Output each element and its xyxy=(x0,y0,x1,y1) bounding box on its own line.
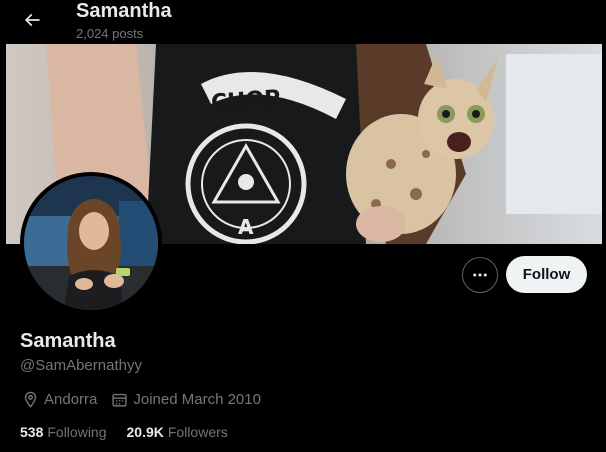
post-count: 2,024 posts xyxy=(76,26,144,41)
more-icon xyxy=(473,273,487,277)
profile-meta: Andorra Joined March 2010 xyxy=(22,391,275,408)
followers-count: 20.9K xyxy=(126,424,164,440)
avatar[interactable] xyxy=(20,172,162,314)
location-text: Andorra xyxy=(44,391,98,408)
location: Andorra xyxy=(22,391,97,408)
followers-label: Followers xyxy=(167,424,228,440)
following-count: 538 xyxy=(20,424,44,440)
join-date: Joined March 2010 xyxy=(111,391,261,408)
followers-link[interactable]: 20.9K Followers xyxy=(127,424,228,440)
shirt-print-text: CHOP xyxy=(210,86,281,116)
following-link[interactable]: 538 Following xyxy=(20,424,107,440)
back-arrow-icon xyxy=(24,13,40,27)
follow-button[interactable]: Follow xyxy=(506,256,587,293)
location-icon xyxy=(24,391,37,408)
calendar-icon xyxy=(112,393,127,407)
back-button[interactable] xyxy=(14,4,50,36)
join-date-text: Joined March 2010 xyxy=(133,391,261,408)
display-name: Samantha xyxy=(20,330,116,352)
shirt-center-letter: A xyxy=(238,215,254,239)
following-label: Following xyxy=(47,424,107,440)
header-title: Samantha xyxy=(76,0,172,22)
more-options-button[interactable] xyxy=(462,257,498,293)
follow-counts: 538 Following 20.9K Followers xyxy=(20,424,248,440)
user-handle: @SamAbernathyy xyxy=(20,357,142,374)
profile-header: Samantha 2,024 posts xyxy=(0,0,606,46)
